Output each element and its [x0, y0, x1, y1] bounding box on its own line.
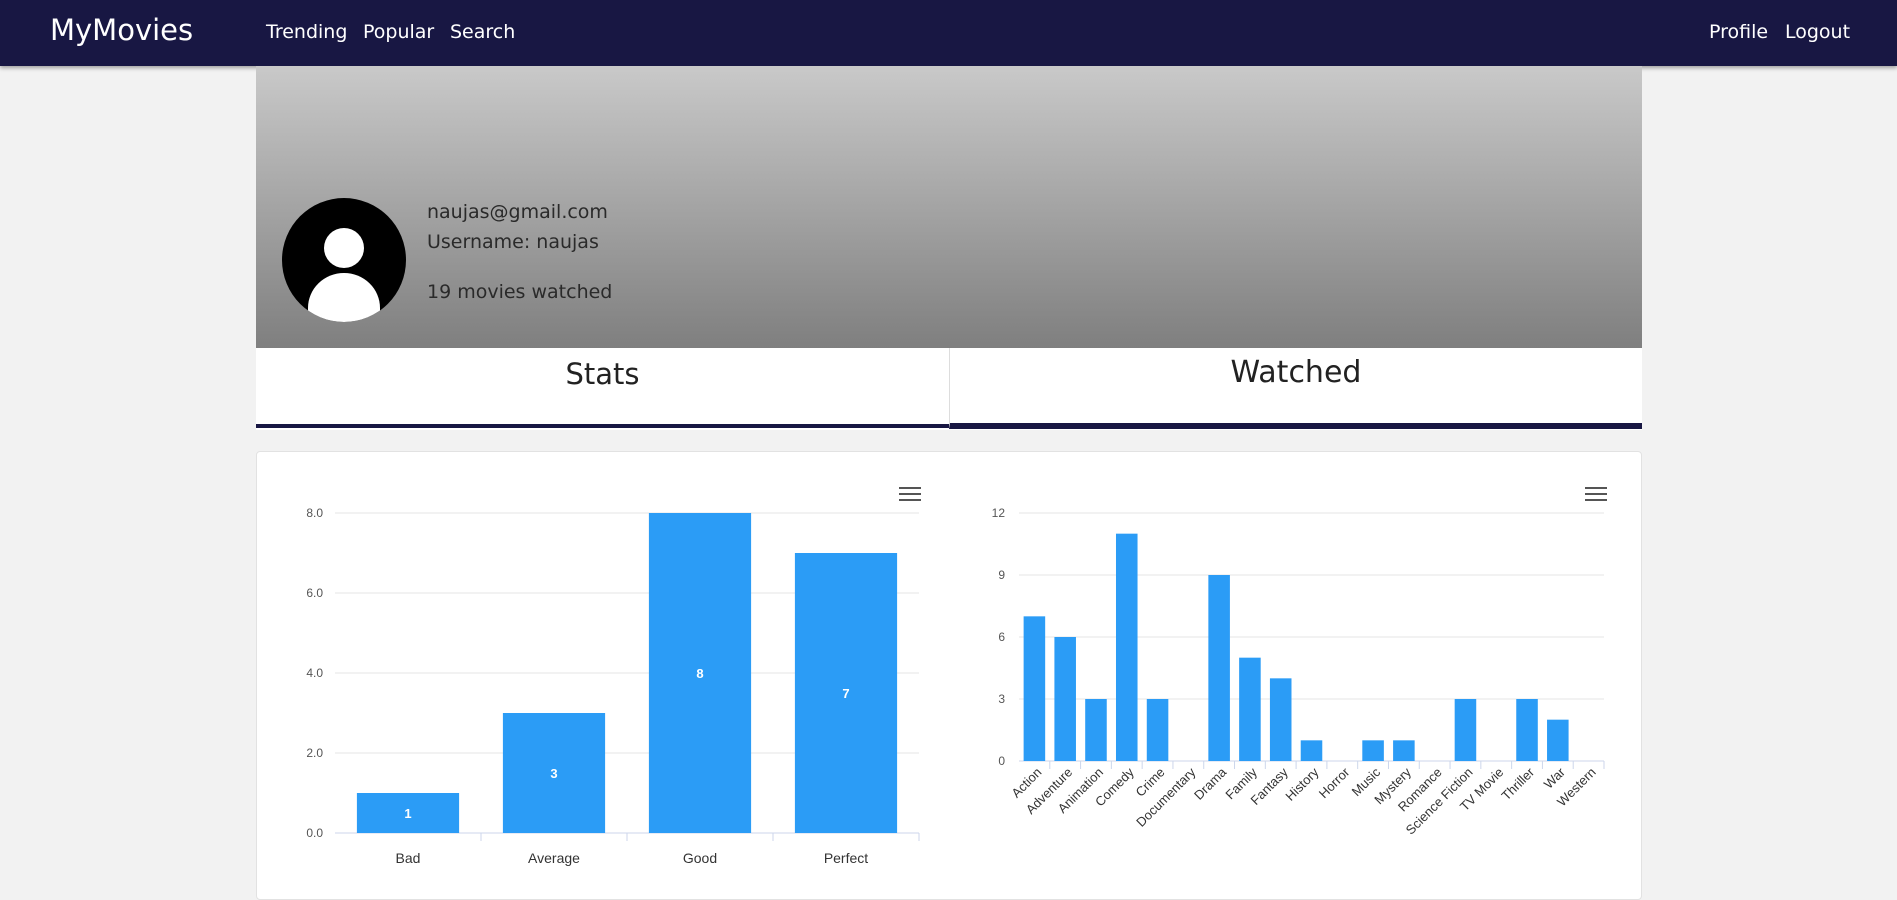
nav-popular[interactable]: Popular [363, 21, 434, 43]
nav-trending[interactable]: Trending [266, 21, 347, 43]
user-silhouette-icon [282, 198, 406, 322]
tab-stats[interactable]: Stats [256, 348, 949, 428]
tab-stats-label: Stats [565, 357, 640, 391]
profile-banner: naujas@gmail.com Username: naujas 19 mov… [256, 66, 1642, 348]
brand-logo[interactable]: MyMovies [50, 13, 193, 47]
profile-username: Username: naujas [427, 231, 599, 253]
nav-logout[interactable]: Logout [1785, 21, 1850, 43]
profile-email: naujas@gmail.com [427, 201, 608, 223]
nav-profile[interactable]: Profile [1709, 21, 1768, 43]
profile-watched-count: 19 movies watched [427, 281, 613, 303]
navbar: MyMovies Trending Popular Search Profile… [0, 0, 1897, 66]
stats-card [256, 451, 1642, 900]
nav-search[interactable]: Search [450, 21, 515, 43]
profile-tabs: Stats Watched [256, 348, 1642, 430]
tab-watched-label: Watched [1230, 355, 1362, 390]
hamburger-menu-icon[interactable] [1585, 487, 1607, 503]
tab-watched[interactable]: Watched [949, 348, 1642, 429]
hamburger-menu-icon[interactable] [899, 487, 921, 503]
